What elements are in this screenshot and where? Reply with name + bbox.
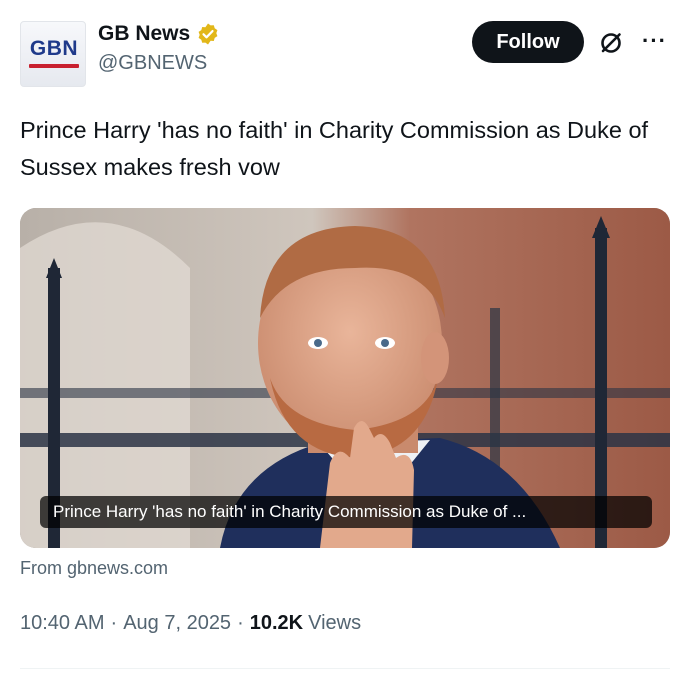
display-name[interactable]: GB News: [98, 22, 190, 46]
tweet-time[interactable]: 10:40 AM: [20, 612, 105, 635]
meta-separator: ·: [110, 612, 118, 634]
tweet-header: GBN GB News @GBNEWS Follow ···: [20, 18, 670, 88]
grok-icon[interactable]: [598, 30, 624, 56]
tweet-date[interactable]: Aug 7, 2025: [123, 612, 231, 635]
tweet-text: Prince Harry 'has no faith' in Charity C…: [20, 117, 649, 180]
verified-badge-icon: [198, 23, 218, 45]
follow-button[interactable]: Follow: [472, 21, 584, 63]
account-handle[interactable]: @GBNEWS: [98, 52, 220, 75]
link-source[interactable]: From gbnews.com: [20, 558, 168, 579]
avatar[interactable]: GBN: [20, 21, 86, 87]
more-icon[interactable]: ···: [642, 28, 667, 54]
link-card[interactable]: Prince Harry 'has no faith' in Charity C…: [20, 208, 670, 548]
meta-separator: ·: [237, 612, 244, 634]
link-card-title: Prince Harry 'has no faith' in Charity C…: [40, 496, 652, 528]
avatar-logo-text: GBN: [29, 37, 79, 60]
account-names: GB News @GBNEWS: [98, 18, 220, 75]
divider: [20, 668, 670, 669]
display-name-row: GB News: [98, 18, 220, 50]
avatar-logo-stripe: [29, 64, 79, 68]
views-count: 10.2K: [249, 612, 304, 634]
views-label: Views: [308, 612, 362, 634]
tweet-meta: 10:40 AM · Aug 7, 2025 · 10.2K Views: [20, 612, 361, 635]
